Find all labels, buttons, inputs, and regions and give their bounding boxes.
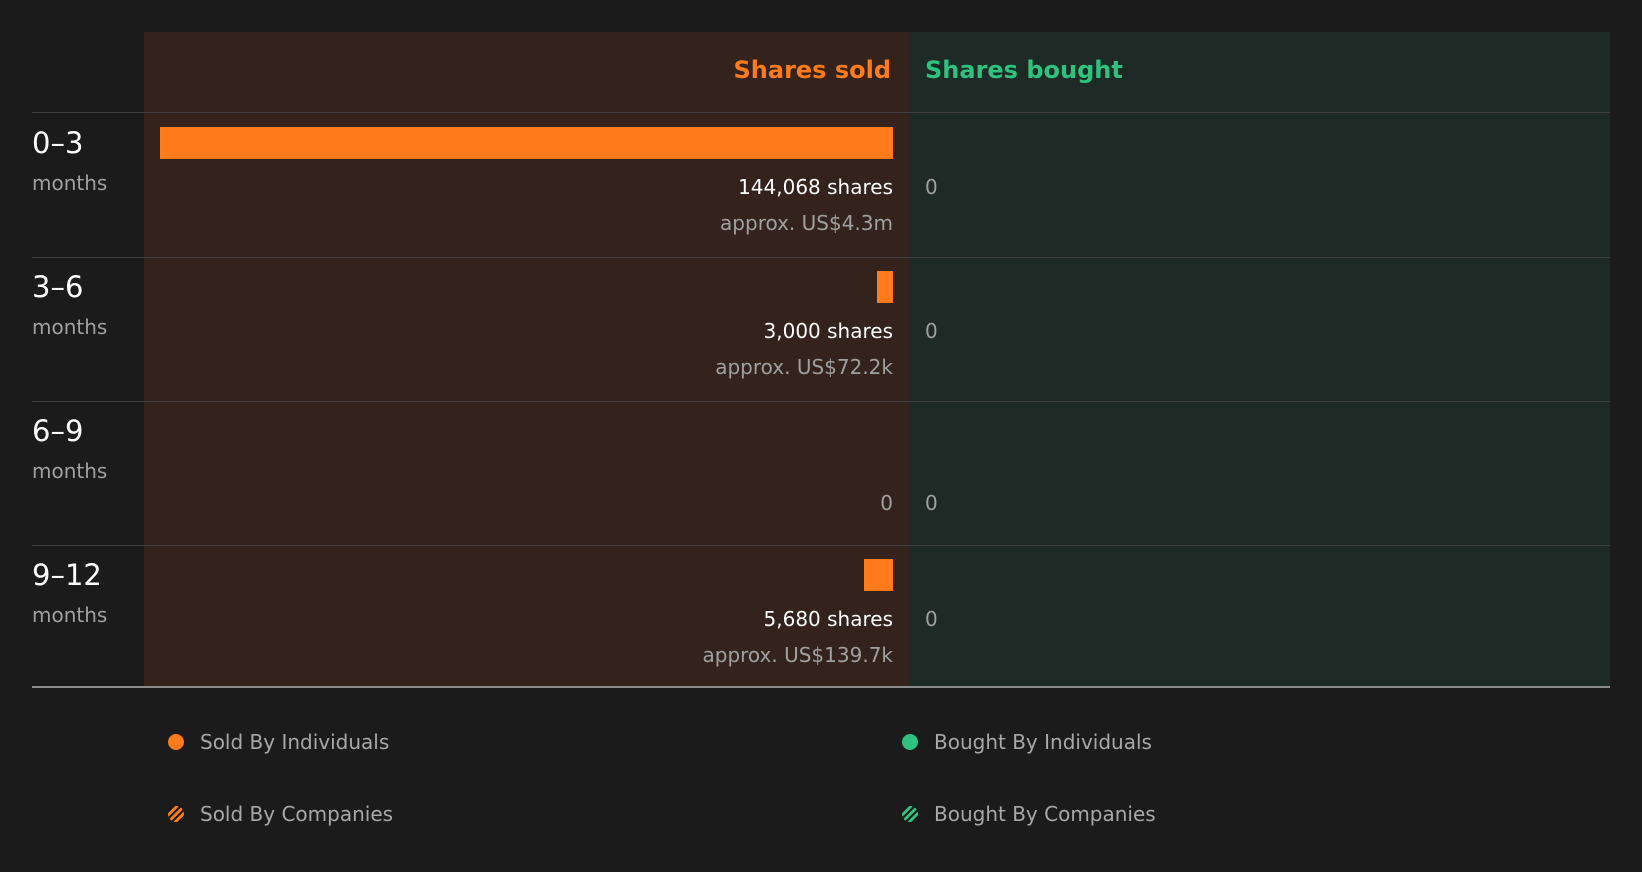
period-unit: months — [32, 603, 108, 627]
chart-row: 9–12 months 5,680 shares approx. US$139.7k 0 — [0, 545, 1642, 689]
legend-item: Sold By Companies — [168, 800, 393, 828]
legend-label: Bought By Companies — [934, 802, 1156, 826]
legend-label: Sold By Companies — [200, 802, 394, 826]
period-label: 0–3 — [32, 126, 84, 160]
sold-shares-label: 3,000 shares — [763, 319, 893, 343]
bought-shares-label: 0 — [925, 607, 938, 631]
legend-item: Sold By Individuals — [168, 728, 389, 756]
sold-value-label: approx. US$139.7k — [702, 643, 894, 667]
shares-sold-header: Shares sold — [733, 56, 892, 84]
bought-shares-label: 0 — [925, 491, 938, 515]
legend-item: Bought By Individuals — [902, 728, 1152, 756]
legend-item: Bought By Companies — [902, 800, 1156, 828]
sold-value-label: approx. US$72.2k — [715, 355, 893, 379]
dot-swatch-icon — [168, 734, 184, 750]
sold-bar — [864, 559, 893, 591]
period-label: 6–9 — [32, 414, 84, 448]
chart-row: 6–9 months 0 0 — [0, 401, 1642, 546]
chart-baseline — [32, 686, 1610, 688]
hatched-swatch-icon — [902, 806, 918, 822]
legend-label: Sold By Individuals — [200, 730, 390, 754]
shares-bought-header: Shares bought — [925, 56, 1123, 84]
legend-label: Bought By Individuals — [934, 730, 1152, 754]
insider-trading-chart: Shares sold Shares bought 0–3 months 144,0… — [0, 0, 1642, 700]
sold-bar — [877, 271, 893, 303]
period-label: 9–12 — [32, 558, 102, 592]
bought-shares-label: 0 — [925, 175, 938, 199]
sold-value-label: approx. US$4.3m — [720, 211, 893, 235]
sold-shares-label: 0 — [880, 491, 893, 515]
period-label: 3–6 — [32, 270, 84, 304]
period-unit: months — [32, 171, 108, 195]
chart-row: 0–3 months 144,068 shares approx. US$4.3m 0 — [0, 113, 1642, 258]
sold-shares-label: 144,068 shares — [738, 175, 893, 199]
period-unit: months — [32, 315, 108, 339]
hatched-swatch-icon — [168, 806, 184, 822]
bought-shares-label: 0 — [925, 319, 938, 343]
sold-shares-label: 5,680 shares — [763, 607, 893, 631]
dot-swatch-icon — [902, 734, 918, 750]
period-unit: months — [32, 459, 108, 483]
sold-bar — [160, 127, 893, 159]
chart-row: 3–6 months 3,000 shares approx. US$72.2k 0 — [0, 257, 1642, 402]
